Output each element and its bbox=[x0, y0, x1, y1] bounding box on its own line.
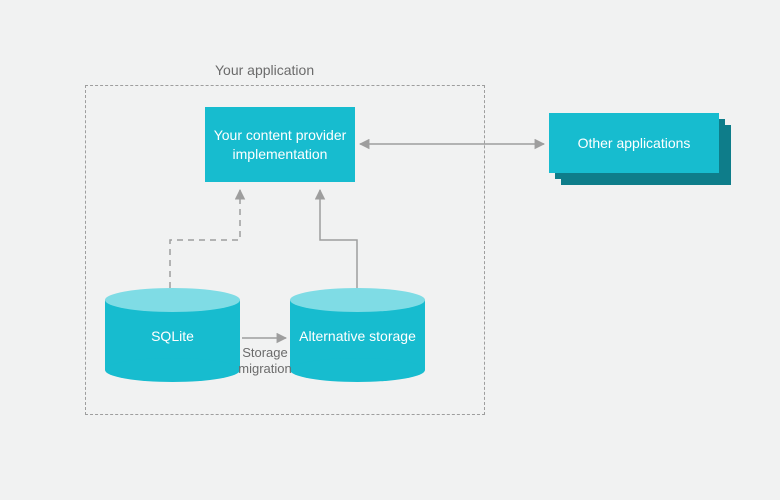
container-label: Your application bbox=[215, 62, 314, 78]
content-provider-label: Your content provider implementation bbox=[213, 126, 347, 164]
content-provider-box: Your content provider implementation bbox=[205, 107, 355, 182]
other-applications-label: Other applications bbox=[578, 134, 691, 153]
sqlite-storage-cylinder: SQLite bbox=[105, 300, 240, 370]
storage-migration-label: Storage migration bbox=[230, 345, 300, 376]
other-applications-box: Other applications bbox=[549, 113, 719, 173]
alternative-storage-label: Alternative storage bbox=[290, 327, 425, 345]
diagram-canvas: Your application Your content provider i… bbox=[0, 0, 780, 500]
alternative-storage-cylinder: Alternative storage bbox=[290, 300, 425, 370]
sqlite-label: SQLite bbox=[105, 327, 240, 345]
